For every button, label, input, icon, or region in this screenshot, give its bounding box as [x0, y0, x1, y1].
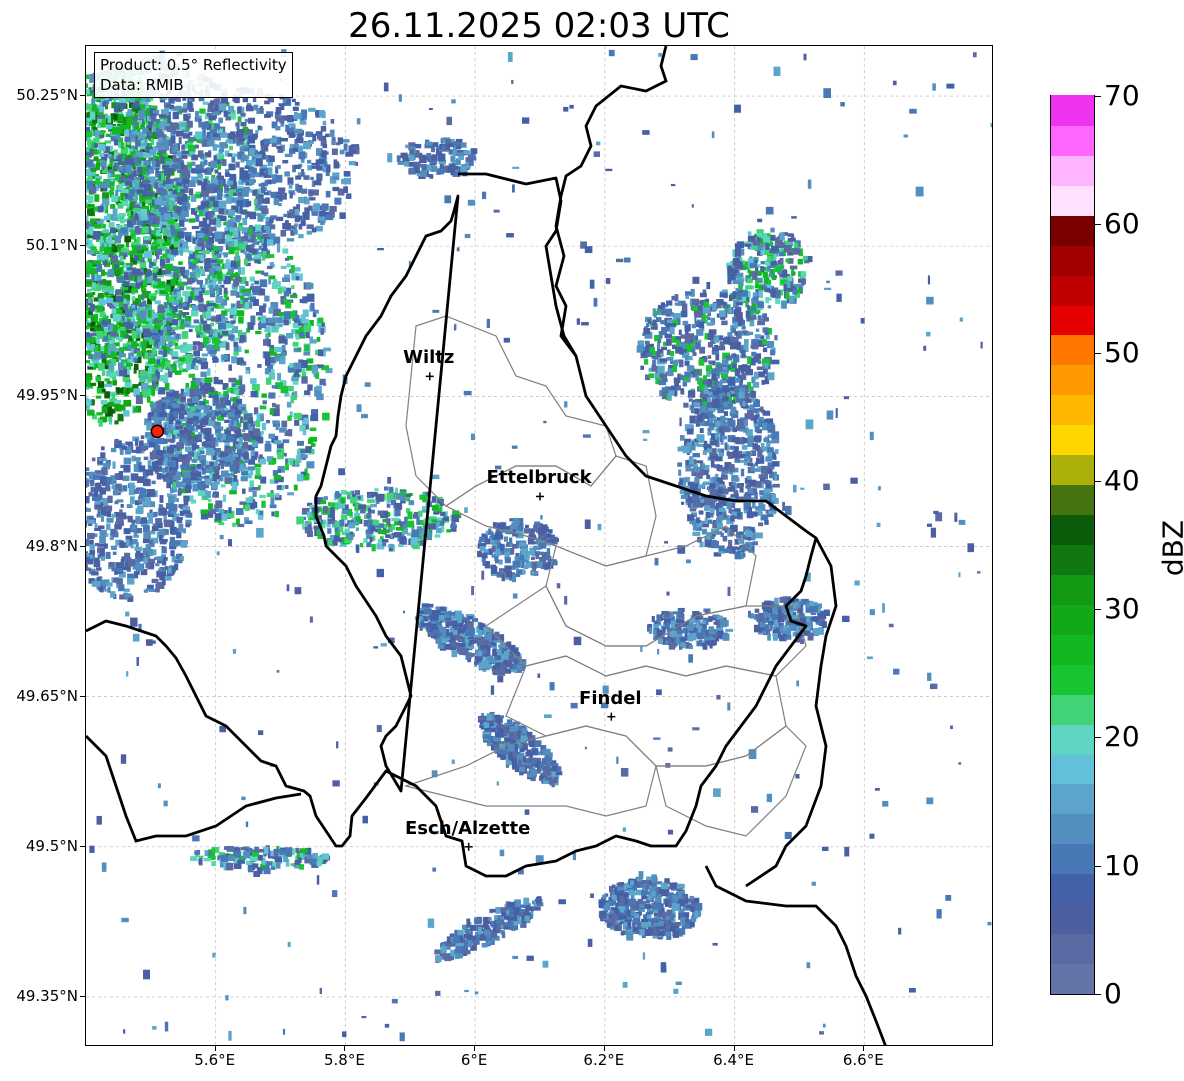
lon-tick-label: 5.8°E	[324, 1051, 365, 1069]
colorbar-tick-mark	[1095, 994, 1101, 995]
lat-tick-label: 49.5°N	[25, 836, 78, 855]
lon-tick-mark	[214, 1046, 216, 1051]
map-canvas	[86, 46, 992, 1045]
colorbar-segment	[1051, 364, 1094, 396]
colorbar-segment	[1051, 125, 1094, 156]
colorbar-segment	[1051, 275, 1094, 306]
lat-tick-mark	[80, 845, 85, 847]
colorbar-segment	[1051, 604, 1094, 635]
canton-outline	[655, 725, 807, 837]
product-text: Product: 0.5° Reflectivity	[100, 56, 287, 74]
colorbar-segment	[1051, 873, 1094, 905]
colorbar-segment	[1051, 514, 1094, 545]
lat-tick-label: 50.25°N	[16, 86, 78, 105]
colorbar-segment	[1051, 424, 1094, 456]
colorbar-tick-mark	[1095, 609, 1101, 611]
colorbar-tick-mark	[1095, 352, 1101, 354]
colorbar-segment	[1051, 394, 1094, 426]
colorbar-segment	[1051, 454, 1094, 486]
colorbar-segment	[1051, 724, 1094, 755]
colorbar-segment	[1051, 963, 1094, 994]
data-source-text: Data: RMIB	[100, 76, 184, 94]
lat-tick-label: 49.8°N	[25, 536, 78, 555]
colorbar-segment	[1051, 484, 1094, 516]
colorbar	[1050, 95, 1095, 995]
colorbar-tick-mark	[1095, 480, 1101, 482]
lat-tick-label: 49.35°N	[16, 986, 78, 1005]
product-info-box: Product: 0.5° Reflectivity Data: RMIB	[94, 52, 293, 98]
lat-tick-label: 49.95°N	[16, 386, 78, 405]
lon-tick-mark	[344, 1046, 346, 1051]
colorbar-segment	[1051, 245, 1094, 276]
germany-belgium-border	[554, 46, 668, 357]
lon-tick-label: 6.6°E	[842, 1051, 884, 1069]
lat-tick-mark	[80, 995, 85, 997]
colorbar-segment	[1051, 334, 1094, 366]
lon-tick-label: 6.4°E	[713, 1051, 754, 1069]
colorbar-segment	[1051, 544, 1094, 575]
colorbar-tick-label: 40	[1104, 463, 1140, 497]
city-markers	[425, 372, 616, 851]
colorbar-unit-label: dBZ	[1156, 519, 1184, 577]
colorbar-segment	[1051, 903, 1094, 935]
map-title: 26.11.2025 02:03 UTC	[348, 6, 730, 46]
colorbar-segment	[1051, 753, 1094, 785]
radar-map	[85, 45, 993, 1046]
lon-tick-mark	[733, 1046, 735, 1051]
colorbar-tick-label: 20	[1104, 720, 1140, 754]
colorbar-segment	[1051, 634, 1094, 665]
lon-tick-label: 5.6°E	[194, 1051, 236, 1069]
city-label: Wiltz	[403, 347, 455, 369]
lon-tick-mark	[474, 1046, 476, 1051]
lat-tick-mark	[80, 95, 85, 97]
lat-tick-mark	[80, 245, 85, 247]
colorbar-segment	[1051, 215, 1094, 246]
colorbar-tick-label: 60	[1104, 207, 1140, 241]
lon-tick-label: 6.2°E	[583, 1051, 625, 1069]
colorbar-tick-label: 0	[1104, 977, 1122, 1010]
city-label: Findel	[579, 687, 642, 709]
lat-tick-mark	[80, 395, 85, 397]
colorbar-segment	[1051, 843, 1094, 875]
colorbar-segment	[1051, 694, 1094, 725]
colorbar-tick-label: 70	[1104, 79, 1140, 112]
radar-echoes	[86, 49, 992, 1042]
colorbar-segment	[1051, 664, 1094, 695]
lat-tick-label: 49.65°N	[16, 686, 78, 705]
lat-tick-mark	[80, 545, 85, 547]
france-belgium-border	[86, 735, 302, 843]
colorbar-tick-mark	[1095, 96, 1101, 97]
lon-tick-label: 6°E	[460, 1051, 488, 1069]
radar-site-marker	[150, 424, 165, 439]
city-label: Ettelbruck	[486, 467, 592, 489]
colorbar-tick-label: 10	[1104, 848, 1140, 882]
colorbar-segment	[1051, 155, 1094, 186]
colorbar-segment	[1051, 185, 1094, 216]
colorbar-segment	[1051, 813, 1094, 845]
colorbar-segment	[1051, 933, 1094, 965]
radar-site	[150, 424, 165, 439]
colorbar-segment	[1051, 574, 1094, 605]
colorbar-tick-mark	[1095, 224, 1101, 226]
colorbar-segment	[1051, 304, 1094, 336]
city-label: Esch/Alzette	[405, 817, 531, 839]
lat-tick-label: 50.1°N	[25, 236, 78, 255]
colorbar-tick-mark	[1095, 737, 1101, 739]
colorbar-tick-mark	[1095, 865, 1101, 867]
colorbar-segment	[1051, 783, 1094, 815]
france-germany-border	[704, 865, 887, 1045]
colorbar-segment	[1051, 95, 1094, 126]
colorbar-tick-label: 50	[1104, 335, 1140, 369]
lon-tick-mark	[863, 1046, 865, 1051]
colorbar-tick-label: 30	[1104, 592, 1140, 626]
lat-tick-mark	[80, 695, 85, 697]
lon-tick-mark	[603, 1046, 605, 1051]
